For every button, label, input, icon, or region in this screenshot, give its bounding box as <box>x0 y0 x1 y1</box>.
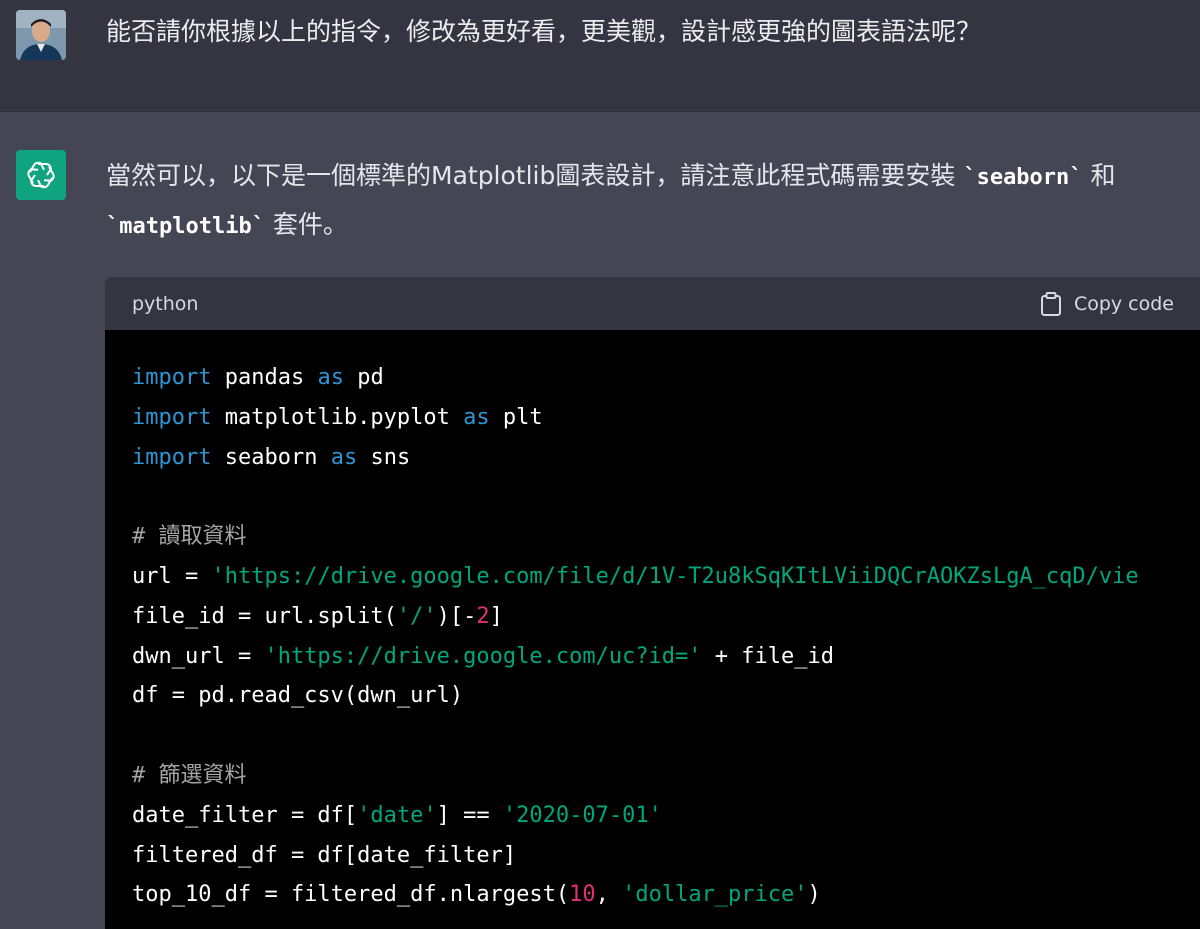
code-line: import seaborn as sns <box>132 444 411 470</box>
code-line: import pandas as pd <box>132 365 384 390</box>
user-message-text: 能否請你根據以上的指令，修改為更好看，更美觀，設計感更強的圖表語法呢？ <box>106 17 982 46</box>
code-line: filtered_df = df[date_filter] <box>132 842 517 868</box>
code-line: # 讀取資料 <box>132 524 247 550</box>
clipboard-icon <box>1040 291 1061 316</box>
code-body: import pandas as pd import matplotlib.py… <box>105 330 1200 929</box>
code-line: file_id = url.split('/')[-2] <box>132 603 503 629</box>
assistant-intro-text: 當然可以，以下是一個標準的Matplotlib圖表設計，請注意此程式碼需要安裝 … <box>106 152 1186 250</box>
chatgpt-logo-icon <box>16 150 66 200</box>
code-line: dwn_url = 'https://drive.google.com/uc?i… <box>132 643 834 669</box>
copy-code-label: Copy code <box>1073 292 1174 315</box>
code-line: date_filter = df['date'] == '2020-07-01' <box>132 802 662 828</box>
user-message-row: 能否請你根據以上的指令，修改為更好看，更美觀，設計感更強的圖表語法呢？ <box>0 0 1200 112</box>
code-line: top_10_df = filtered_df.nlargest(10, 'do… <box>132 882 821 908</box>
code-line: # 篩選資料 <box>132 762 247 788</box>
code-block: python Copy code import pandas as pd imp… <box>105 277 1200 929</box>
code-line: df = pd.read_csv(dwn_url) <box>132 683 464 709</box>
user-avatar <box>16 10 66 60</box>
copy-code-button[interactable]: Copy code <box>1040 291 1174 316</box>
inline-code-matplotlib: `matplotlib` <box>106 214 265 239</box>
code-block-header: python Copy code <box>105 277 1200 330</box>
intro-text-part1: 當然可以，以下是一個標準的Matplotlib圖表設計，請注意此程式碼需要安裝 <box>106 161 964 190</box>
code-line: import matplotlib.pyplot as plt <box>132 404 543 430</box>
code-language-label: python <box>132 292 199 315</box>
assistant-message-row: 當然可以，以下是一個標準的Matplotlib圖表設計，請注意此程式碼需要安裝 … <box>0 112 1200 929</box>
inline-code-seaborn: `seaborn` <box>963 165 1083 190</box>
intro-text-part2: 和 <box>1082 161 1116 190</box>
intro-text-part3: 套件。 <box>264 210 348 239</box>
code-line: url = 'https://drive.google.com/file/d/1… <box>132 563 1139 589</box>
user-photo-icon <box>16 10 66 60</box>
